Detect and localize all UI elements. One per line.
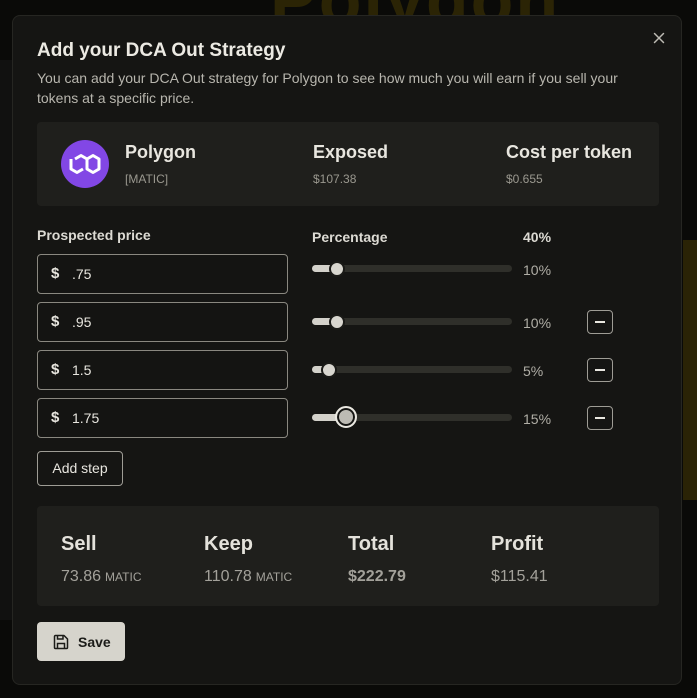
dca-out-modal: Add your DCA Out Strategy You can add yo…: [12, 15, 682, 685]
total-label: Total: [348, 533, 395, 555]
percentage-label: Percentage: [312, 229, 388, 245]
profit-label: Profit: [491, 533, 544, 555]
background-panel-left: [0, 60, 12, 620]
save-button[interactable]: Save: [37, 622, 125, 661]
percentage-slider[interactable]: [312, 406, 512, 428]
polygon-logo-icon: [61, 140, 109, 188]
close-icon: [653, 32, 665, 44]
exposed-value: $107.38: [313, 172, 357, 186]
sell-label: Sell: [61, 533, 97, 555]
token-info-card: Polygon [MATIC] Exposed $107.38 Cost per…: [37, 122, 659, 206]
sell-unit: MATIC: [105, 570, 142, 584]
percentage-slider[interactable]: [312, 360, 512, 380]
price-input[interactable]: $ .95: [37, 302, 288, 342]
background-panel: [683, 240, 697, 500]
price-value: .75: [72, 266, 92, 282]
keep-value: 110.78 MATIC: [204, 568, 292, 586]
token-name: Polygon: [125, 142, 196, 162]
modal-title: Add your DCA Out Strategy: [37, 40, 286, 61]
cost-per-token-label: Cost per token: [506, 142, 633, 162]
price-value: 1.75: [72, 410, 100, 426]
slider-thumb[interactable]: [329, 314, 346, 330]
close-button[interactable]: [651, 30, 667, 46]
total-percentage: 40%: [523, 229, 552, 245]
save-label: Save: [78, 634, 111, 650]
profit-value: $115.41: [491, 568, 548, 585]
remove-step-button[interactable]: [587, 310, 613, 334]
add-step-button[interactable]: Add step: [37, 451, 123, 486]
price-input[interactable]: $ 1.5: [37, 350, 288, 390]
dollar-sign: $: [51, 265, 60, 282]
total-value: $222.79: [348, 568, 406, 585]
step-percentage: 15%: [523, 411, 552, 427]
keep-unit: MATIC: [255, 570, 293, 584]
price-input[interactable]: $ 1.75: [37, 398, 288, 438]
step-percentage: 10%: [523, 315, 552, 331]
slider-thumb[interactable]: [335, 406, 358, 428]
keep-amount: 110.78: [204, 568, 252, 585]
price-value: .95: [72, 314, 92, 330]
slider-thumb[interactable]: [329, 261, 346, 277]
price-value: 1.5: [72, 362, 92, 378]
sell-amount: 73.86: [61, 568, 102, 585]
prospected-price-label: Prospected price: [37, 227, 151, 243]
remove-step-button[interactable]: [587, 406, 613, 430]
cost-per-token-value: $0.655: [506, 172, 543, 186]
dollar-sign: $: [51, 313, 60, 330]
dollar-sign: $: [51, 409, 60, 426]
exposed-label: Exposed: [313, 142, 389, 162]
percentage-slider[interactable]: [312, 312, 512, 332]
sell-value: 73.86 MATIC: [61, 568, 142, 586]
slider-thumb[interactable]: [320, 362, 337, 378]
summary-card: Sell 73.86 MATIC Keep 110.78 MATIC Total $…: [37, 506, 659, 606]
percentage-slider[interactable]: [312, 259, 512, 279]
keep-label: Keep: [204, 533, 253, 555]
minus-icon: [595, 321, 605, 323]
modal-description: You can add your DCA Out strategy for Po…: [37, 70, 618, 106]
floppy-disk-icon: [53, 634, 69, 650]
minus-icon: [595, 369, 605, 371]
token-symbol: [MATIC]: [125, 172, 169, 186]
slider-track: [312, 366, 512, 373]
minus-icon: [595, 417, 605, 419]
step-percentage: 10%: [523, 262, 552, 278]
step-percentage: 5%: [523, 363, 544, 379]
price-input[interactable]: $ .75: [37, 254, 288, 294]
remove-step-button[interactable]: [587, 358, 613, 382]
dollar-sign: $: [51, 361, 60, 378]
